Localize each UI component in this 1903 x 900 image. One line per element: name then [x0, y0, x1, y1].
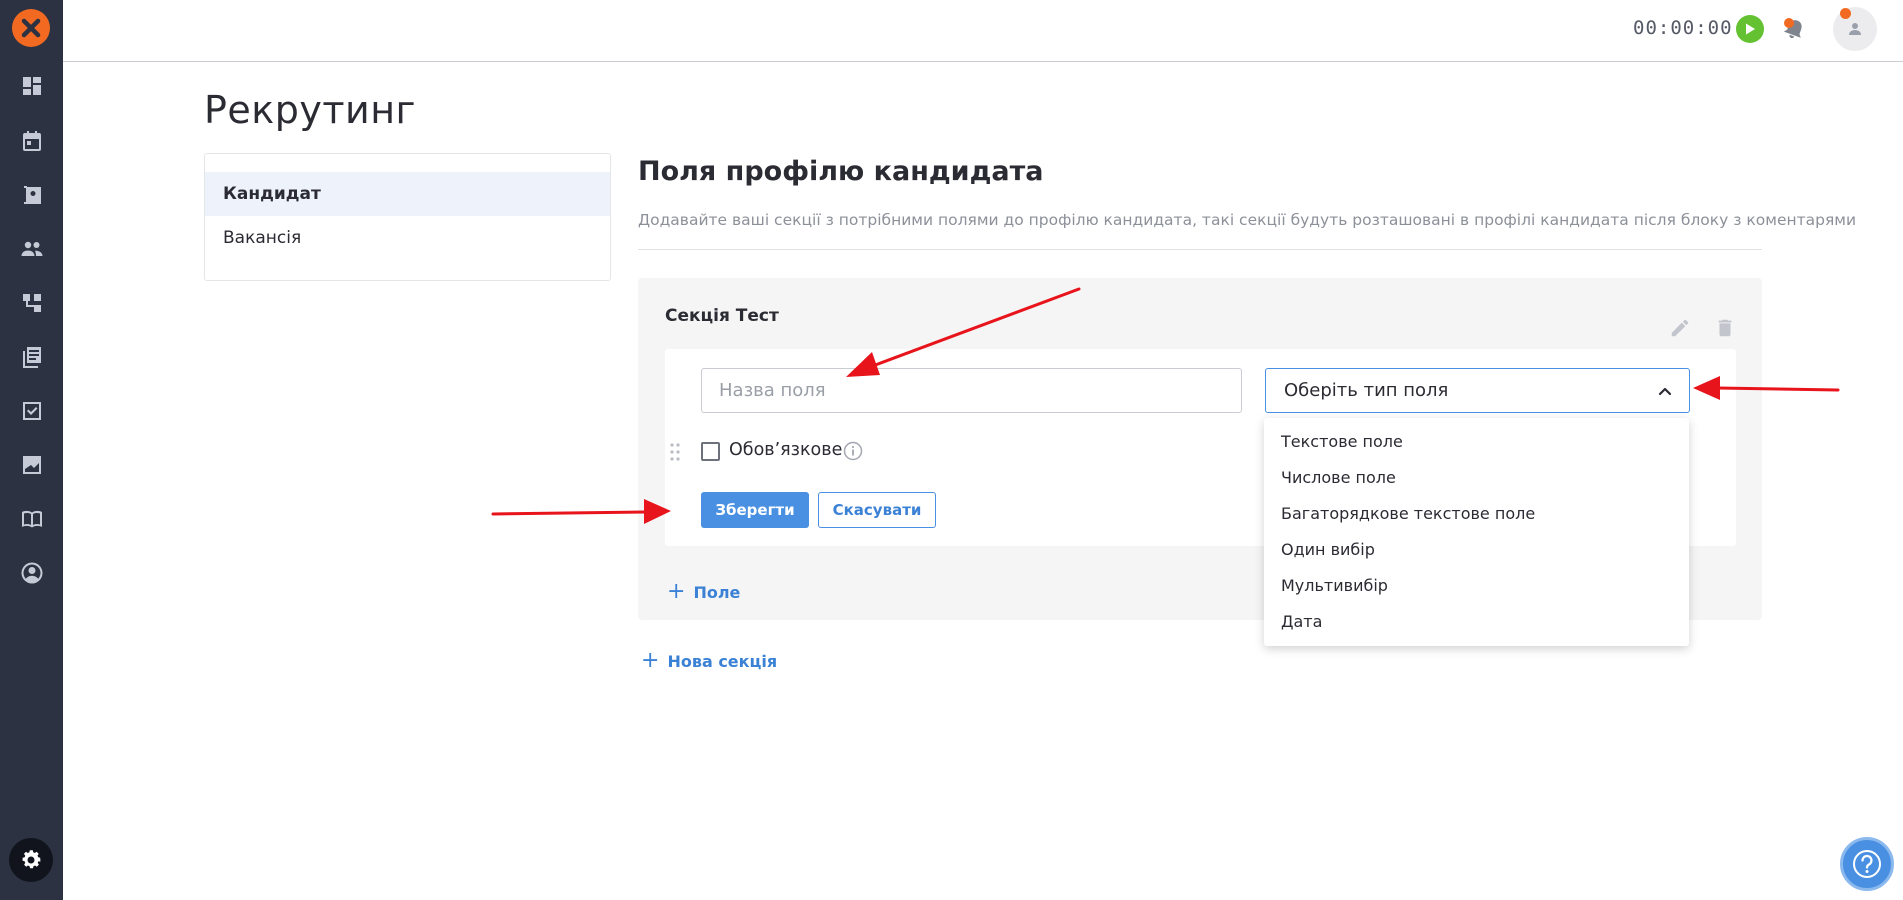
- add-section-button[interactable]: + Нова секція: [641, 650, 777, 672]
- play-icon: [1746, 23, 1755, 35]
- gear-icon: [22, 850, 41, 869]
- delete-section-button[interactable]: [1714, 317, 1736, 339]
- section-card-title: Секція Тест: [665, 306, 779, 326]
- required-checkbox-label: Обов’язкове: [729, 440, 843, 460]
- field-type-option[interactable]: Багаторядкове текстове поле: [1264, 495, 1689, 531]
- notifications-button[interactable]: [1779, 15, 1809, 45]
- profile-icon[interactable]: [19, 560, 44, 585]
- top-bar: 00:00:00: [63, 0, 1903, 62]
- checklist-icon[interactable]: [19, 398, 44, 423]
- cancel-button[interactable]: Скасувати: [818, 492, 936, 528]
- section-title: Поля профілю кандидата: [638, 156, 1044, 187]
- settings-nav-item-candidate[interactable]: Кандидат: [205, 172, 610, 216]
- drag-handle-icon[interactable]: [668, 442, 682, 462]
- chevron-up-icon: [1658, 387, 1672, 396]
- pencil-icon: [1671, 319, 1689, 337]
- field-type-option[interactable]: Текстове поле: [1264, 423, 1689, 459]
- save-button[interactable]: Зберегти: [701, 492, 809, 528]
- chart-icon[interactable]: [19, 452, 44, 477]
- structure-icon[interactable]: [19, 290, 44, 315]
- user-icon: [1849, 23, 1861, 35]
- add-field-button[interactable]: + Поле: [667, 581, 740, 603]
- book-icon[interactable]: [19, 506, 44, 531]
- field-name-input[interactable]: [701, 368, 1242, 413]
- people-icon[interactable]: [19, 236, 44, 261]
- time-tracker: 00:00:00: [1633, 17, 1733, 39]
- app-logo[interactable]: [12, 9, 50, 47]
- field-type-select-value: Оберіть тип поля: [1284, 380, 1449, 401]
- settings-nav-label: Кандидат: [223, 184, 321, 204]
- section-description: Додавайте ваші секції з потрібними полям…: [638, 211, 1857, 229]
- add-section-label: Нова секція: [667, 651, 778, 671]
- settings-nav-label: Вакансія: [223, 228, 302, 248]
- settings-button[interactable]: [9, 838, 53, 882]
- plus-icon: +: [641, 648, 660, 673]
- page-title: Рекрутинг: [204, 88, 416, 132]
- required-checkbox[interactable]: [701, 442, 720, 461]
- calendar-icon[interactable]: [19, 128, 44, 153]
- library-icon[interactable]: [19, 344, 44, 369]
- field-type-option[interactable]: Мультивибір: [1264, 567, 1689, 603]
- field-type-option[interactable]: Числове поле: [1264, 459, 1689, 495]
- question-icon: [1853, 850, 1881, 878]
- contacts-icon[interactable]: [19, 182, 44, 207]
- sidebar: [0, 0, 63, 900]
- edit-section-button[interactable]: [1669, 317, 1691, 339]
- settings-nav-item-vacancy[interactable]: Вакансія: [205, 216, 610, 260]
- help-button[interactable]: [1840, 837, 1894, 891]
- play-button[interactable]: [1736, 15, 1764, 43]
- close-x-logo-icon: [21, 18, 41, 38]
- trash-icon: [1718, 319, 1732, 337]
- field-type-dropdown: Текстове поле Числове поле Багаторядкове…: [1264, 418, 1689, 646]
- field-type-option[interactable]: Один вибір: [1264, 531, 1689, 567]
- divider: [638, 249, 1762, 250]
- dashboard-icon[interactable]: [19, 73, 44, 98]
- annotation-arrow: [491, 510, 647, 516]
- info-icon[interactable]: [843, 441, 863, 461]
- avatar-status-dot: [1840, 8, 1851, 19]
- bell-icon: [1783, 18, 1802, 39]
- add-field-label: Поле: [693, 582, 741, 602]
- plus-icon: +: [667, 579, 686, 604]
- field-type-select[interactable]: Оберіть тип поля: [1265, 368, 1690, 413]
- field-type-option[interactable]: Дата: [1264, 603, 1689, 639]
- settings-nav: Кандидат Вакансія: [204, 153, 611, 281]
